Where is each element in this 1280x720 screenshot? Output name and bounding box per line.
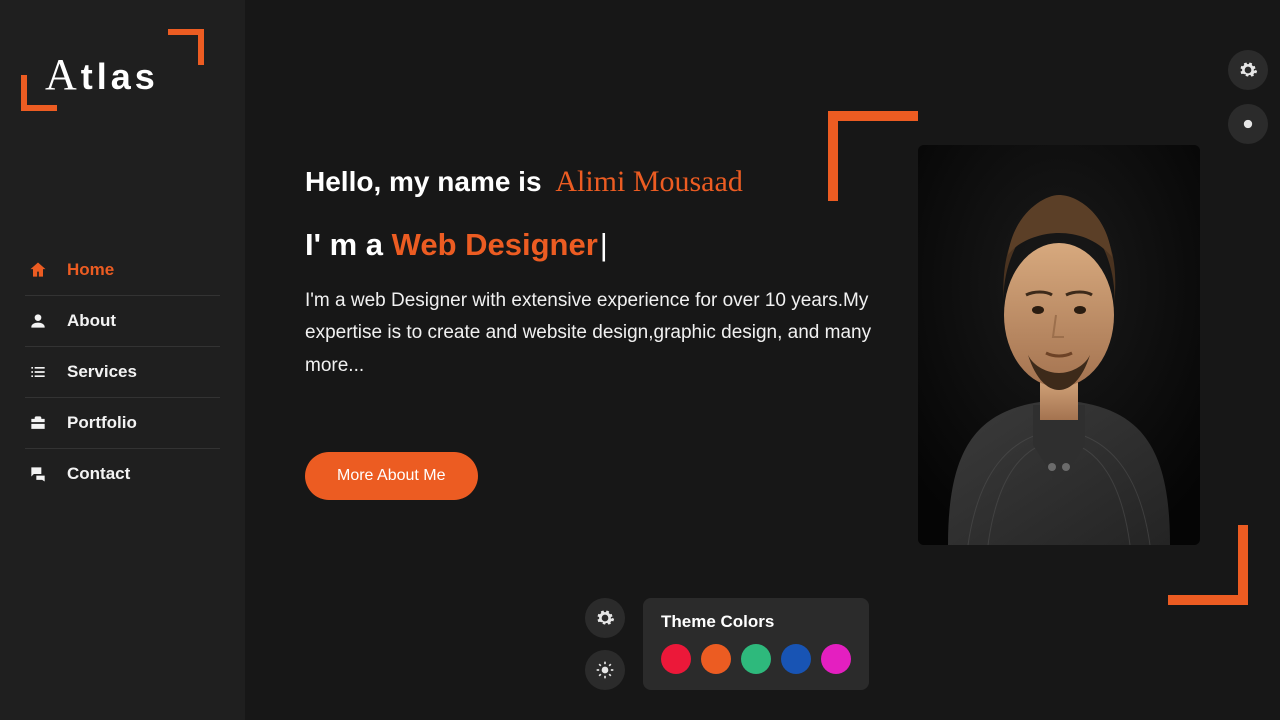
list-icon bbox=[27, 362, 49, 382]
role: Web Designer bbox=[392, 227, 598, 262]
gear-icon bbox=[595, 608, 615, 628]
role-line: I' m a Web Designer| bbox=[305, 227, 885, 263]
role-prefix: I' m a bbox=[305, 227, 392, 262]
sun-icon bbox=[1238, 114, 1258, 134]
nav-label: Home bbox=[67, 260, 114, 280]
theme-swatch-pink[interactable] bbox=[821, 644, 851, 674]
nav-item-home[interactable]: Home bbox=[25, 245, 220, 296]
nav: Home About Services Portfolio bbox=[25, 245, 220, 499]
theme-mode-button[interactable] bbox=[1228, 104, 1268, 144]
logo-text: Atlas bbox=[45, 49, 159, 100]
greeting-prefix: Hello, my name is bbox=[305, 166, 542, 197]
logo[interactable]: Atlas bbox=[25, 35, 200, 105]
gear-icon bbox=[1238, 60, 1258, 80]
more-about-me-button[interactable]: More About Me bbox=[305, 452, 478, 500]
sun-icon bbox=[595, 660, 615, 680]
main: Hello, my name is Alimi Mousaad I' m a W… bbox=[245, 0, 1280, 720]
theme-colors-panel: Theme Colors bbox=[643, 598, 869, 690]
typing-cursor: | bbox=[600, 227, 608, 262]
theme-swatch-green[interactable] bbox=[741, 644, 771, 674]
nav-label: Services bbox=[67, 362, 137, 382]
nav-item-services[interactable]: Services bbox=[25, 347, 220, 398]
user-icon bbox=[27, 311, 49, 331]
theme-brightness-button[interactable] bbox=[585, 650, 625, 690]
theme-swatch-blue[interactable] bbox=[781, 644, 811, 674]
profile-photo bbox=[918, 145, 1200, 545]
theme-colors-title: Theme Colors bbox=[661, 612, 851, 632]
nav-item-about[interactable]: About bbox=[25, 296, 220, 347]
theme-swatch-orange[interactable] bbox=[701, 644, 731, 674]
greeting: Hello, my name is Alimi Mousaad bbox=[305, 165, 885, 199]
nav-label: Contact bbox=[67, 464, 130, 484]
description: I'm a web Designer with extensive experi… bbox=[305, 285, 885, 382]
floating-controls bbox=[1228, 50, 1268, 144]
nav-label: About bbox=[67, 311, 116, 331]
nav-item-portfolio[interactable]: Portfolio bbox=[25, 398, 220, 449]
theme-area: Theme Colors bbox=[585, 598, 869, 690]
logo-bracket-top-right bbox=[168, 29, 204, 65]
nav-label: Portfolio bbox=[67, 413, 137, 433]
briefcase-icon bbox=[27, 413, 49, 433]
theme-settings-button[interactable] bbox=[585, 598, 625, 638]
photo-bracket-top-left bbox=[828, 111, 918, 201]
sidebar: Atlas Home About Services bbox=[0, 0, 245, 720]
theme-swatches bbox=[661, 644, 851, 674]
chat-icon bbox=[27, 464, 49, 484]
settings-button[interactable] bbox=[1228, 50, 1268, 90]
profile-photo-wrap bbox=[918, 145, 1200, 565]
nav-item-contact[interactable]: Contact bbox=[25, 449, 220, 499]
home-icon bbox=[27, 260, 49, 280]
theme-swatch-red[interactable] bbox=[661, 644, 691, 674]
intro: Hello, my name is Alimi Mousaad I' m a W… bbox=[305, 165, 885, 500]
greeting-name: Alimi Mousaad bbox=[555, 165, 743, 198]
